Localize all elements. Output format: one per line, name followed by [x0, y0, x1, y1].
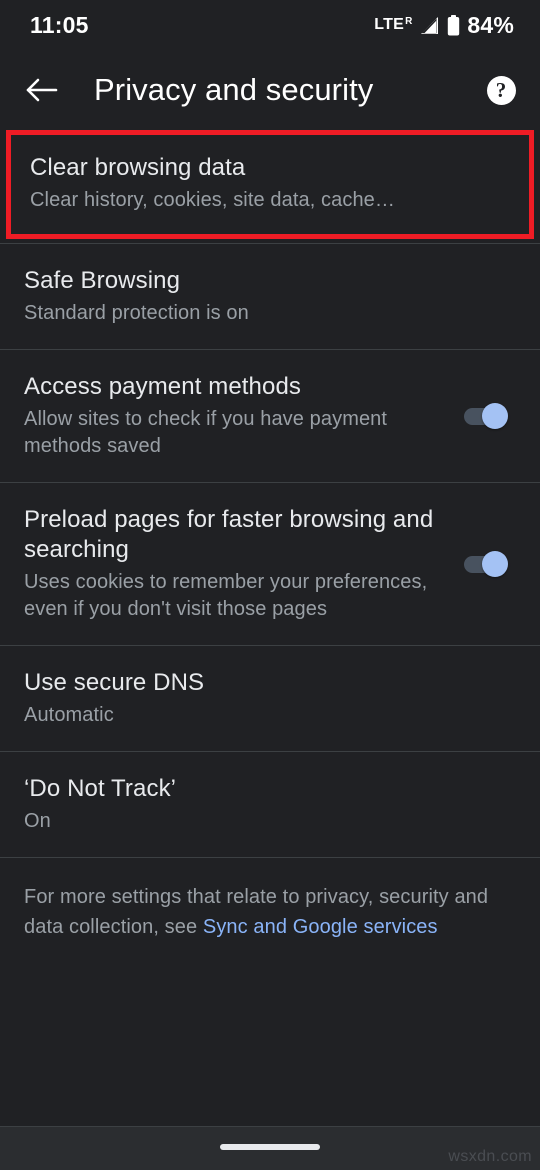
settings-list: Clear browsing data Clear history, cooki… [0, 130, 540, 942]
network-label: LTE [374, 16, 405, 33]
row-subtitle: Allow sites to check if you have payment… [24, 408, 388, 457]
row-title: ‘Do Not Track’ [24, 775, 177, 802]
row-subtitle: Automatic [24, 704, 114, 726]
row-title: Clear browsing data [30, 154, 246, 181]
footer-note: For more settings that relate to privacy… [0, 858, 540, 942]
sync-and-google-services-link[interactable]: Sync and Google services [203, 916, 438, 938]
toggle-access-payment-methods[interactable] [464, 401, 508, 431]
signal-triangle-icon [419, 16, 439, 35]
setting-row-use-secure-dns[interactable]: Use secure DNS Automatic [0, 646, 540, 751]
row-text-block: Safe Browsing Standard protection is on [24, 266, 516, 327]
row-subtitle: Clear history, cookies, site data, cache… [30, 189, 395, 211]
network-type-indicator: LTE R [374, 16, 412, 34]
help-button[interactable]: ? [477, 66, 525, 114]
row-title: Use secure DNS [24, 669, 205, 696]
home-gesture-pill[interactable] [220, 1144, 320, 1150]
row-subtitle: On [24, 810, 51, 832]
back-arrow-icon [24, 75, 58, 105]
row-text-block: Clear browsing data Clear history, cooki… [30, 153, 510, 214]
setting-row-clear-browsing-data[interactable]: Clear browsing data Clear history, cooki… [6, 130, 534, 239]
phone-screen: 11:05 LTE R 84% Privacy and security ? C… [0, 0, 540, 1170]
status-bar: 11:05 LTE R 84% [0, 0, 540, 50]
row-text-block: Preload pages for faster browsing and se… [24, 505, 464, 623]
battery-percent-label: 84% [467, 11, 514, 38]
setting-row-access-payment-methods[interactable]: Access payment methods Allow sites to ch… [0, 350, 540, 482]
toggle-thumb [482, 551, 508, 577]
help-question-icon: ? [486, 75, 516, 105]
app-bar: Privacy and security ? [0, 50, 540, 130]
page-title: Privacy and security [94, 72, 374, 107]
toggle-preload-pages[interactable] [464, 549, 508, 579]
setting-row-preload-pages[interactable]: Preload pages for faster browsing and se… [0, 483, 540, 645]
navigation-bar: wsxdn.com [0, 1126, 540, 1170]
row-text-block: ‘Do Not Track’ On [24, 774, 516, 835]
row-subtitle: Standard protection is on [24, 302, 249, 324]
status-clock: 11:05 [30, 11, 89, 38]
battery-icon [447, 14, 460, 36]
setting-row-safe-browsing[interactable]: Safe Browsing Standard protection is on [0, 244, 540, 349]
setting-row-do-not-track[interactable]: ‘Do Not Track’ On [0, 752, 540, 857]
row-title: Access payment methods [24, 373, 301, 400]
status-indicators: LTE R 84% [374, 12, 514, 39]
row-title: Safe Browsing [24, 267, 181, 294]
network-roaming-label: R [405, 16, 413, 27]
row-text-block: Access payment methods Allow sites to ch… [24, 372, 464, 460]
toggle-thumb [482, 403, 508, 429]
back-button[interactable] [10, 59, 72, 121]
row-text-block: Use secure DNS Automatic [24, 668, 516, 729]
row-title: Preload pages for faster browsing and se… [24, 506, 434, 563]
watermark: wsxdn.com [448, 1148, 532, 1165]
row-subtitle: Uses cookies to remember your preference… [24, 571, 428, 620]
